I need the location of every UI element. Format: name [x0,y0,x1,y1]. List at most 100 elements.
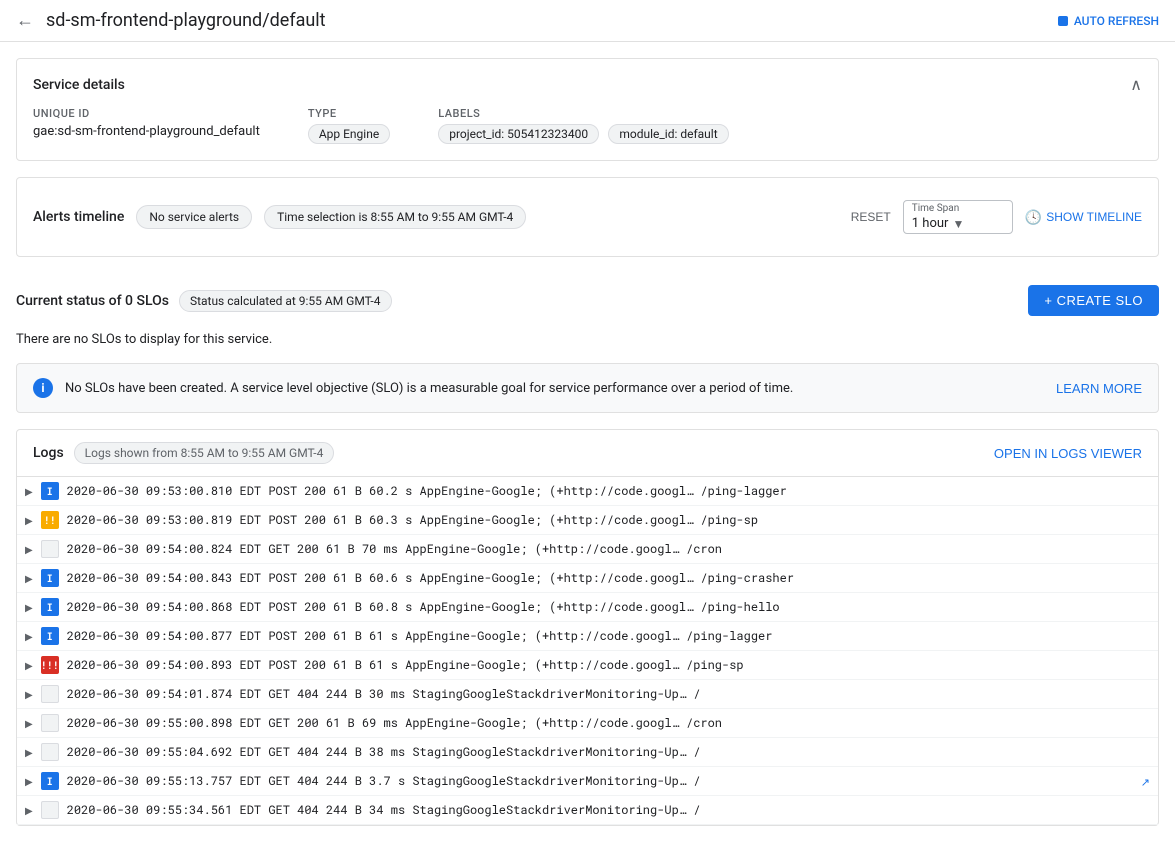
log-severity-badge: I [41,772,59,790]
log-severity-badge: I [41,482,59,500]
info-icon: i [33,378,53,398]
type-col: TYPE App Engine [308,107,390,144]
timespan-selector[interactable]: Time Span 1 hour ▼ [903,200,1013,234]
card-header: Service details ∧ [33,75,1142,95]
create-slo-button[interactable]: + CREATE SLO [1028,285,1159,316]
log-severity-badge: !!! [41,656,59,674]
log-row[interactable]: ▶ I 2020-06-30 09:53:00.810 EDT POST 200… [17,477,1158,506]
header-left: ← sd-sm-frontend-playground/default [16,10,326,31]
back-button[interactable]: ← [16,10,34,31]
log-expand-icon[interactable]: ▶ [25,804,33,817]
type-value: App Engine [308,124,390,144]
type-label: TYPE [308,107,390,120]
slo-title: Current status of 0 SLOs [16,293,169,309]
timespan-label: Time Span [912,203,1004,214]
log-expand-icon[interactable]: ▶ [25,630,33,643]
log-row[interactable]: ▶ 2020-06-30 09:55:04.692 EDT GET 404 24… [17,738,1158,767]
log-expand-icon[interactable]: ▶ [25,746,33,759]
open-logs-button[interactable]: OPEN IN LOGS VIEWER [994,446,1142,461]
log-row[interactable]: ▶ 2020-06-30 09:54:00.824 EDT GET 200 61… [17,535,1158,564]
log-severity-badge [41,540,59,558]
info-banner: i No SLOs have been created. A service l… [16,363,1159,413]
log-row[interactable]: ▶ I 2020-06-30 09:55:13.757 EDT GET 404 … [17,767,1158,796]
log-row[interactable]: ▶ I 2020-06-30 09:54:00.877 EDT POST 200… [17,622,1158,651]
log-text: 2020-06-30 09:55:04.692 EDT GET 404 244 … [67,744,1150,760]
chevron-down-icon: ▼ [952,217,964,231]
log-expand-icon[interactable]: ▶ [25,717,33,730]
label-tag-2: module_id: default [608,124,728,144]
service-details-card: Service details ∧ UNIQUE ID gae:sd-sm-fr… [16,58,1159,161]
log-expand-icon[interactable]: ▶ [25,543,33,556]
log-text: 2020-06-30 09:54:00.868 EDT POST 200 61 … [67,599,1150,615]
logs-header-left: Logs Logs shown from 8:55 AM to 9:55 AM … [33,442,334,464]
log-severity-badge [41,685,59,703]
reset-button[interactable]: RESET [851,210,891,224]
timespan-row: 1 hour ▼ [912,216,1004,231]
log-row[interactable]: ▶ 2020-06-30 09:55:00.898 EDT GET 200 61… [17,709,1158,738]
auto-refresh-toggle[interactable]: AUTO REFRESH [1058,14,1159,28]
log-text: 2020-06-30 09:54:00.877 EDT POST 200 61 … [67,628,1150,644]
log-text: 2020-06-30 09:55:13.757 EDT GET 404 244 … [67,773,1133,789]
log-expand-icon[interactable]: ▶ [25,659,33,672]
log-row[interactable]: ▶ 2020-06-30 09:55:34.561 EDT GET 404 24… [17,796,1158,825]
logs-header: Logs Logs shown from 8:55 AM to 9:55 AM … [17,430,1158,477]
external-link-icon[interactable]: ↗ [1141,774,1150,789]
log-text: 2020-06-30 09:55:00.898 EDT GET 200 61 B… [67,715,1150,731]
log-text: 2020-06-30 09:54:01.874 EDT GET 404 244 … [67,686,1150,702]
slo-header: Current status of 0 SLOs Status calculat… [16,273,1159,324]
main-content: Service details ∧ UNIQUE ID gae:sd-sm-fr… [0,42,1175,842]
log-rows-container: ▶ I 2020-06-30 09:53:00.810 EDT POST 200… [17,477,1158,825]
logs-title: Logs [33,445,64,461]
log-expand-icon[interactable]: ▶ [25,514,33,527]
log-severity-badge: I [41,598,59,616]
log-severity-badge: I [41,627,59,645]
log-text: 2020-06-30 09:54:00.843 EDT POST 200 61 … [67,570,1150,586]
service-details-title: Service details [33,77,125,93]
labels-col: LABELS project_id: 505412323400 module_i… [438,107,734,144]
log-row[interactable]: ▶ I 2020-06-30 09:54:00.843 EDT POST 200… [17,564,1158,593]
alerts-section: Alerts timeline No service alerts Time s… [16,177,1159,257]
log-severity-badge [41,743,59,761]
labels-values: project_id: 505412323400 module_id: defa… [438,124,734,144]
log-row[interactable]: ▶ !! 2020-06-30 09:53:00.819 EDT POST 20… [17,506,1158,535]
auto-refresh-indicator [1058,16,1068,26]
no-alerts-pill: No service alerts [136,205,252,229]
service-details-row: UNIQUE ID gae:sd-sm-frontend-playground_… [33,107,1142,144]
no-slo-text: There are no SLOs to display for this se… [16,324,1159,363]
log-expand-icon[interactable]: ▶ [25,601,33,614]
log-row[interactable]: ▶ I 2020-06-30 09:54:00.868 EDT POST 200… [17,593,1158,622]
log-text: 2020-06-30 09:54:00.824 EDT GET 200 61 B… [67,541,1150,557]
alerts-row: Alerts timeline No service alerts Time s… [33,188,1142,246]
log-severity-badge [41,714,59,732]
log-text: 2020-06-30 09:53:00.810 EDT POST 200 61 … [67,483,1150,499]
time-selection-pill: Time selection is 8:55 AM to 9:55 AM GMT… [264,205,526,229]
show-timeline-label: SHOW TIMELINE [1046,210,1142,224]
labels-label: LABELS [438,107,734,120]
log-severity-badge [41,801,59,819]
log-row[interactable]: ▶ 2020-06-30 09:54:01.874 EDT GET 404 24… [17,680,1158,709]
label-tag-1: project_id: 505412323400 [438,124,599,144]
log-text: 2020-06-30 09:53:00.819 EDT POST 200 61 … [67,512,1150,528]
log-row[interactable]: ▶ !!! 2020-06-30 09:54:00.893 EDT POST 2… [17,651,1158,680]
logs-section: Logs Logs shown from 8:55 AM to 9:55 AM … [16,429,1159,826]
log-severity-badge: I [41,569,59,587]
log-severity-badge: !! [41,511,59,529]
learn-more-button[interactable]: LEARN MORE [1056,381,1142,396]
logs-time-pill: Logs shown from 8:55 AM to 9:55 AM GMT-4 [74,442,335,464]
log-text: 2020-06-30 09:54:00.893 EDT POST 200 61 … [67,657,1150,673]
info-banner-left: i No SLOs have been created. A service l… [33,378,793,398]
slo-header-left: Current status of 0 SLOs Status calculat… [16,290,392,312]
timespan-value: 1 hour [912,216,949,231]
show-timeline-button[interactable]: 🕓 SHOW TIMELINE [1025,209,1142,226]
log-expand-icon[interactable]: ▶ [25,485,33,498]
collapse-button[interactable]: ∧ [1130,75,1142,95]
clock-icon: 🕓 [1025,209,1042,226]
log-expand-icon[interactable]: ▶ [25,775,33,788]
log-expand-icon[interactable]: ▶ [25,572,33,585]
unique-id-label: UNIQUE ID [33,107,260,120]
page-title: sd-sm-frontend-playground/default [46,10,326,31]
unique-id-col: UNIQUE ID gae:sd-sm-frontend-playground_… [33,107,260,139]
alerts-title: Alerts timeline [33,209,124,225]
log-expand-icon[interactable]: ▶ [25,688,33,701]
unique-id-value: gae:sd-sm-frontend-playground_default [33,124,260,139]
